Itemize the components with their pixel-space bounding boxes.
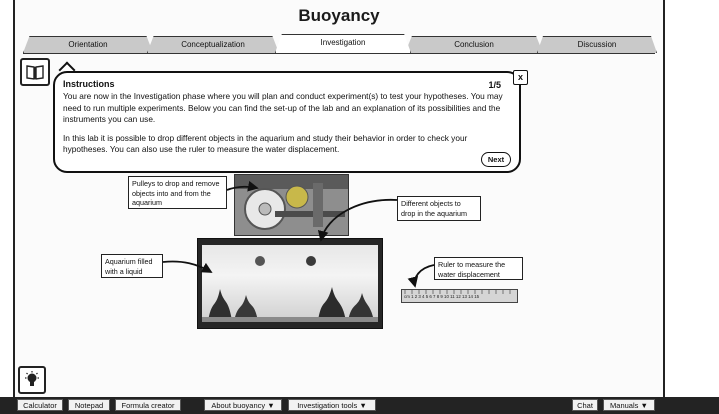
ruler-label: Ruler to measure the water displacement: [434, 257, 523, 280]
book-icon[interactable]: [20, 58, 50, 86]
triangle-down-icon: ▼: [359, 401, 367, 410]
ruler-arrow: [407, 264, 435, 288]
aquarium-label: Aquarium filled with a liquid: [101, 254, 163, 278]
tab-orientation[interactable]: Orientation: [23, 36, 153, 53]
aquarium-photo: [197, 238, 383, 329]
bottom-toolbar: Calculator Notepad Formula creator About…: [0, 397, 719, 414]
manuals-label: Manuals: [610, 401, 639, 410]
book-glyph-icon: [26, 65, 44, 80]
investigation-tools-label: Investigation tools: [297, 401, 358, 410]
phase-tabs: Orientation Conceptualization Investigat…: [23, 34, 657, 54]
objects-label: Different objects to drop in the aquariu…: [397, 196, 481, 221]
triangle-down-icon: ▼: [640, 401, 648, 410]
tab-investigation[interactable]: Investigation: [275, 34, 411, 53]
triangle-down-icon: ▼: [267, 401, 275, 410]
tab-divider: [23, 53, 655, 54]
about-buoyancy-label: About buoyancy: [211, 401, 266, 410]
aquarium-image: [202, 256, 378, 322]
pulleys-label: Pulleys to drop and remove objects into …: [128, 176, 227, 209]
instructions-paragraph-1: You are now in the Investigation phase w…: [63, 91, 503, 124]
tab-conceptualization[interactable]: Conceptualization: [147, 36, 279, 53]
instructions-title: Instructions: [63, 79, 115, 89]
ruler-numbers: cm 1 2 3 4 5 6 7 8 9 10 11 12 13 14 15: [404, 294, 480, 299]
app-frame: Buoyancy Orientation Conceptualization I…: [13, 0, 665, 414]
lightbulb-icon[interactable]: [18, 366, 46, 394]
app-title: Buoyancy: [298, 6, 380, 25]
chat-button[interactable]: Chat: [572, 399, 598, 411]
instructions-page-indicator: 1/5: [488, 80, 501, 90]
manuals-menu[interactable]: Manuals ▼: [603, 399, 655, 411]
instructions-dialog: Instructions 1/5 x You are now in the In…: [53, 70, 528, 173]
pulley-photo: [234, 174, 349, 236]
lightbulb-glyph-icon: [25, 371, 39, 386]
tab-conclusion[interactable]: Conclusion: [405, 36, 543, 53]
investigation-tools-menu[interactable]: Investigation tools ▼: [288, 399, 376, 411]
formula-creator-button[interactable]: Formula creator: [115, 399, 181, 411]
tab-discussion[interactable]: Discussion: [537, 36, 657, 53]
next-button[interactable]: Next: [481, 152, 511, 167]
ruler[interactable]: cm 1 2 3 4 5 6 7 8 9 10 11 12 13 14 15: [401, 289, 518, 303]
instructions-paragraph-2: In this lab it is possible to drop diffe…: [63, 132, 468, 155]
calculator-button[interactable]: Calculator: [17, 399, 63, 411]
about-buoyancy-menu[interactable]: About buoyancy ▼: [204, 399, 282, 411]
notepad-button[interactable]: Notepad: [68, 399, 110, 411]
close-button[interactable]: x: [513, 70, 528, 85]
pulley-image: [235, 175, 348, 235]
